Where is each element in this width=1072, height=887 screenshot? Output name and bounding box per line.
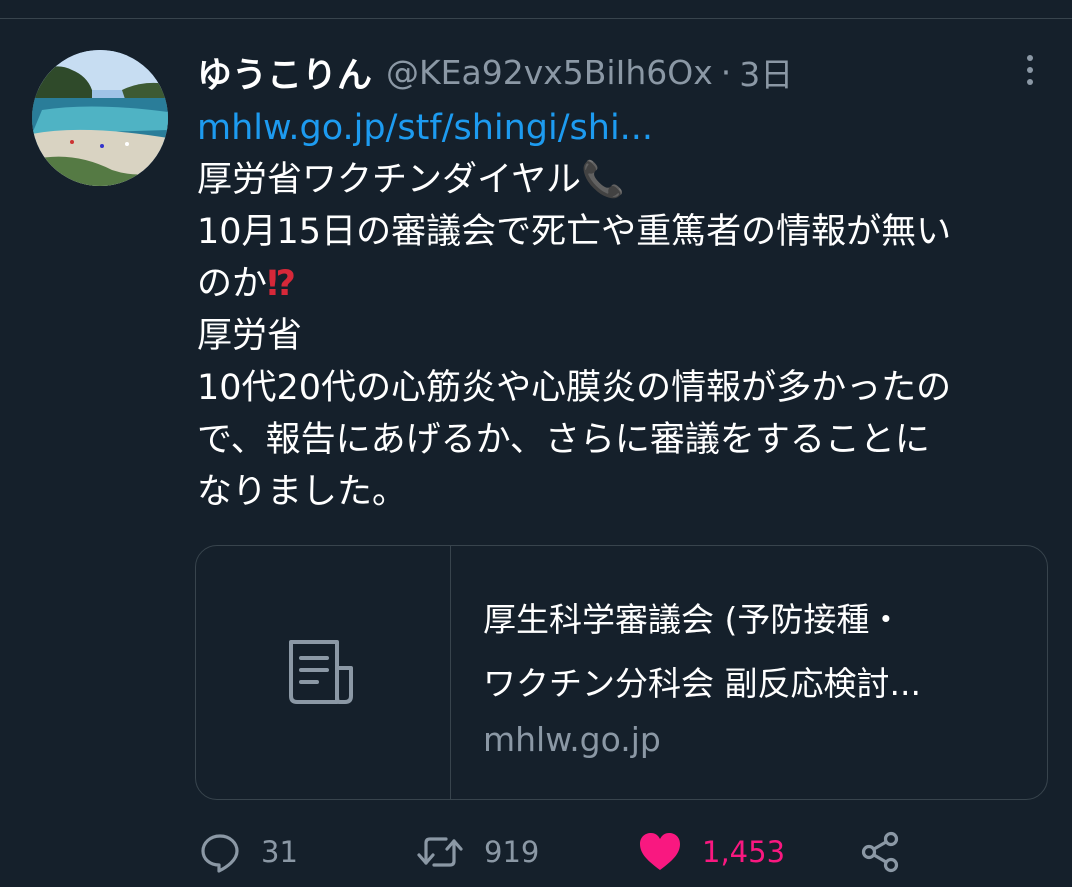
card-domain: mhlw.go.jp [483,720,661,759]
more-dot-icon [1027,67,1033,73]
more-options-button[interactable] [1012,48,1048,92]
phone-icon: 📞 [580,160,625,200]
more-dot-icon [1027,55,1033,61]
card-text: 厚生科学審議会 (予防接種・ ワクチン分科会 副反応検討... mhlw.go.… [483,588,1023,764]
tweet-actions: 31 919 1,453 [0,822,1072,882]
display-name[interactable]: ゆうこりん [197,47,372,98]
header-separator: · [720,52,732,92]
tweet-line: 厚労省 [197,316,303,356]
timestamp[interactable]: 3日 [739,48,793,96]
heart-icon [640,833,680,870]
reply-count: 31 [261,835,298,869]
reply-icon [201,834,239,873]
reply-button[interactable]: 31 [199,822,298,882]
document-icon [289,639,353,704]
like-count: 1,453 [702,835,786,869]
retweet-button[interactable]: 919 [416,822,539,882]
tweet-line: 厚労省ワクチンダイヤル📞 [197,154,1057,206]
user-handle[interactable]: @KEa92vx5BiIh6Ox [386,53,713,92]
share-icon [861,831,899,873]
tweet-line-text: 厚労省ワクチンダイヤル [197,160,581,200]
card-title-line: 厚生科学審議会 (予防接種・ [483,600,903,639]
avatar[interactable] [32,50,168,186]
top-divider [0,18,1072,19]
tweet-line: 10代20代の心筋炎や心膜炎の情報が多かったの [197,368,952,408]
tweet-line: で、報告にあげるか、さらに審議をすることに [197,420,930,460]
more-dot-icon [1027,79,1033,85]
share-button[interactable] [860,822,900,882]
like-button[interactable]: 1,453 [638,822,785,882]
link-preview-card[interactable]: 厚生科学審議会 (予防接種・ ワクチン分科会 副反応検討... mhlw.go.… [195,545,1048,800]
tweet-line-text: のか [197,264,268,304]
card-media [196,546,451,799]
avatar-beach-photo [32,50,168,186]
retweet-icon [417,837,463,867]
tweet-line: のか⁉ [197,258,1057,310]
tweet-text: mhlw.go.jp/stf/shingi/shi... 厚労省ワクチンダイヤル… [197,102,1057,518]
tweet-header: ゆうこりん @KEa92vx5BiIh6Ox · 3日 [197,42,793,102]
exclamation-question-icon: ⁉ [267,264,297,304]
tweet-link[interactable]: mhlw.go.jp/stf/shingi/shi... [197,102,1057,154]
retweet-count: 919 [484,835,540,869]
tweet-line: なりました。 [197,472,408,512]
tweet-line: 10月15日の審議会で死亡や重篤者の情報が無い [197,212,952,252]
card-title-line: ワクチン分科会 副反応検討... [483,664,921,703]
